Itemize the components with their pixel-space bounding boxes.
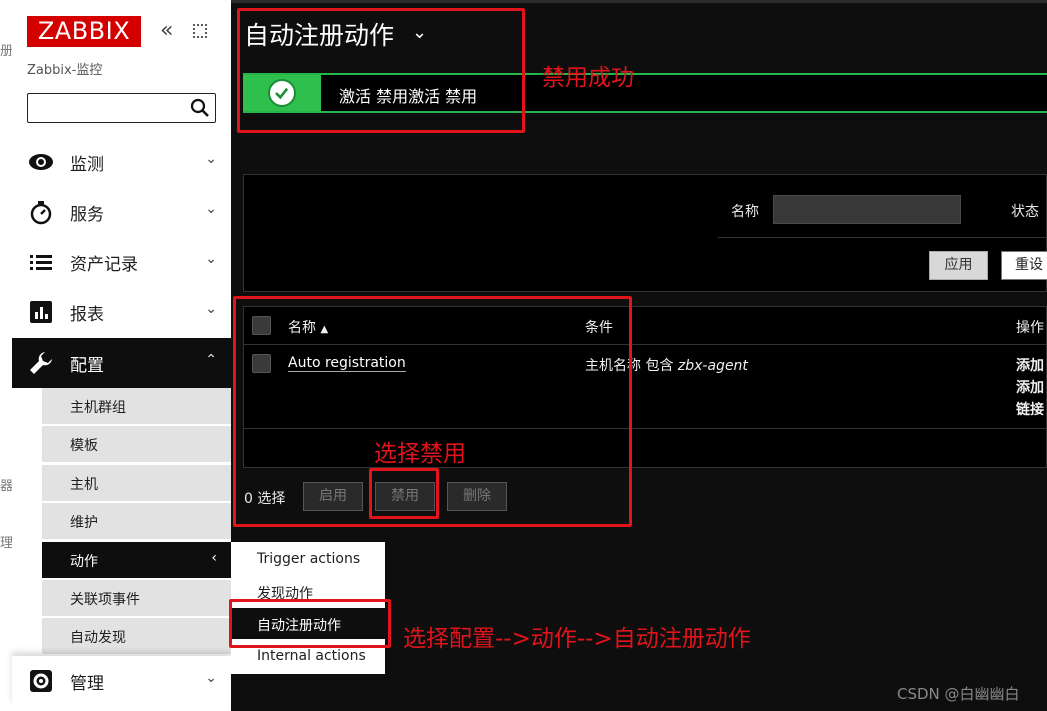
submenu-label: 关联项事件 [70,592,140,608]
menu-configuration[interactable]: 配置 ⌃ [12,338,231,388]
filter-name-label: 名称 [731,204,759,220]
zabbix-logo[interactable]: ZABBIX [27,16,141,47]
chevron-down-icon: ⌄ [205,301,217,317]
server-name: Zabbix-监控 [27,63,103,78]
submenu-event-correlation[interactable]: 关联项事件 [42,580,231,617]
submenu-label: 自动发现 [70,630,126,646]
submenu-discovery[interactable]: 自动发现 [42,618,231,655]
sidebar: ZABBIX « Zabbix-监控 监测 ⌄ 服务 ⌄ 资产记录 ⌄ 报表 ⌄… [12,0,231,711]
flyout-trigger-actions[interactable]: Trigger actions [231,544,385,575]
background-page-strip: 册 器 理 [0,0,13,711]
annotation-box-disable-button [369,468,439,519]
collapse-sidebar-icon[interactable]: « [160,20,173,42]
submenu-label: 主机 [70,477,98,493]
annotation-select-disable: 选择禁用 [374,441,466,467]
wrench-icon [30,352,52,374]
menu-label: 报表 [70,305,104,325]
gear-icon [30,670,52,692]
menu-label: 资产记录 [70,255,138,275]
search-icon[interactable] [190,98,210,118]
menu-label: 配置 [70,356,104,376]
operation-item: 添加 [1016,358,1044,374]
flyout-label: Internal actions [257,648,366,664]
filter-panel: 名称 状态 应用 重设 [243,174,1047,292]
eye-icon [29,154,53,170]
operation-item: 链接 [1016,402,1044,418]
menu-services[interactable]: 服务 ⌄ [12,187,231,237]
menu-label: 服务 [70,205,104,225]
filter-name-input[interactable] [773,195,961,224]
menu-administration[interactable]: 管理 ⌄ [12,656,231,706]
watermark: CSDN @白幽幽白 [897,685,1020,703]
annotation-disable-success: 禁用成功 [542,65,634,91]
menu-label: 监测 [70,155,104,175]
kiosk-mode-icon[interactable] [193,24,207,38]
flyout-label: Trigger actions [257,551,361,567]
submenu-label: 动作 [70,554,98,570]
menu-monitoring[interactable]: 监测 ⌄ [12,137,231,187]
submenu-label: 维护 [70,515,98,531]
submenu-label: 主机群组 [70,400,126,416]
annotation-box-flyout [229,599,391,648]
filter-status-label: 状态 [1011,204,1039,220]
chevron-down-icon: ⌄ [205,251,217,267]
list-icon [30,255,52,270]
chevron-down-icon: ⌄ [205,201,217,217]
submenu-hosts[interactable]: 主机 [42,465,231,502]
chevron-left-icon: ‹ [211,550,217,566]
search-input[interactable] [27,93,216,123]
header-divider [231,0,1047,3]
submenu-label: 模板 [70,438,98,454]
submenu-actions[interactable]: 动作 ‹ [42,542,231,579]
bar-chart-icon [30,301,52,323]
submenu-templates[interactable]: 模板 [42,426,231,463]
chevron-down-icon: ⌄ [205,670,217,686]
clock-icon [30,201,52,225]
submenu-maintenance[interactable]: 维护 [42,503,231,540]
menu-reports[interactable]: 报表 ⌄ [12,287,231,337]
menu-inventory[interactable]: 资产记录 ⌄ [12,237,231,287]
chevron-down-icon: ⌄ [205,151,217,167]
annotation-navigate-hint: 选择配置-->动作-->自动注册动作 [403,626,751,652]
chevron-up-icon: ⌃ [205,352,217,368]
annotation-box-message [237,8,525,133]
filter-divider [718,237,1047,238]
apply-button[interactable]: 应用 [929,251,988,280]
condition-value: zbx-agent [677,358,748,374]
operation-item: 添加 [1016,380,1044,396]
column-operations-header: 操作 [1016,320,1044,336]
reset-button[interactable]: 重设 [1001,251,1047,280]
submenu-host-groups[interactable]: 主机群组 [42,388,231,425]
menu-label: 管理 [70,674,104,694]
